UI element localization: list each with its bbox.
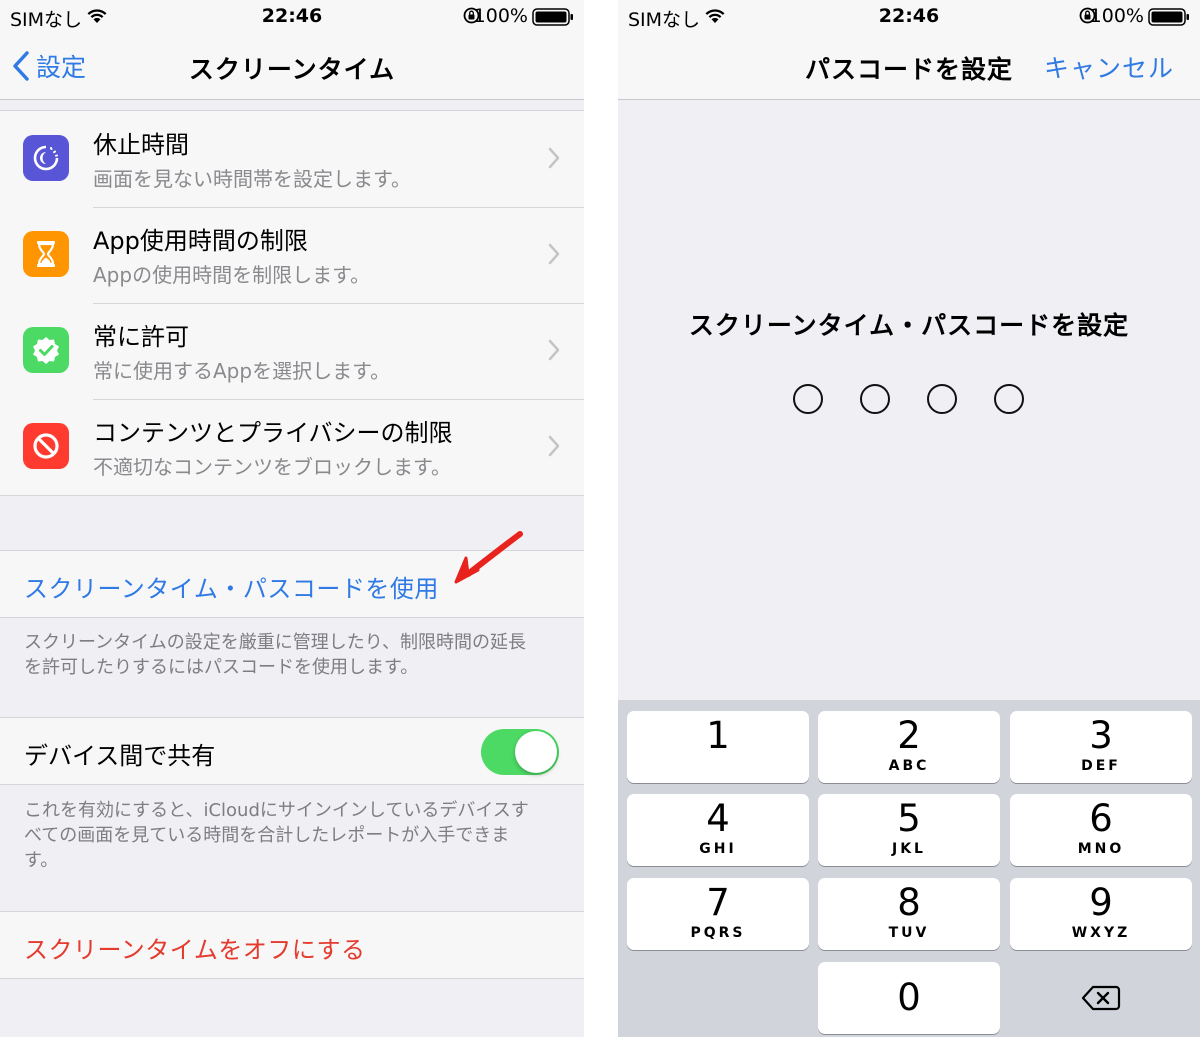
set-passcode-screen: SIMなし 22:46 100% パスコードを設定 キャンセル スクリーンタイム… [618, 0, 1200, 1037]
key-3[interactable]: 3 DEF [1010, 711, 1192, 783]
key-4[interactable]: 4 GHI [627, 794, 809, 866]
battery-icon [1148, 8, 1190, 31]
status-bar: SIMなし 22:46 100% [618, 0, 1200, 34]
toggle-knob [515, 731, 557, 773]
row-title: 常に許可 [93, 323, 189, 351]
hourglass-icon [23, 231, 69, 277]
passcode-dot [793, 384, 823, 414]
row-always-allowed[interactable]: 常に許可 常に使用するAppを選択します。 [0, 303, 584, 399]
row-downtime[interactable]: 休止時間 画面を見ない時間帯を設定します。 [0, 111, 584, 207]
navigation-bar: 設定 スクリーンタイム [0, 34, 584, 100]
key-letters: GHI [699, 841, 737, 857]
key-2[interactable]: 2 ABC [818, 711, 1000, 783]
row-content-privacy[interactable]: コンテンツとプライバシーの制限 不適切なコンテンツをブロックします。 [0, 399, 584, 495]
prohibited-icon [23, 423, 69, 469]
key-8[interactable]: 8 TUV [818, 878, 1000, 950]
key-digit: 0 [897, 976, 921, 1019]
key-7[interactable]: 7 PQRS [627, 878, 809, 950]
key-letters: PQRS [690, 925, 746, 941]
share-across-devices-toggle[interactable] [481, 729, 559, 775]
key-digit: 9 [1089, 881, 1113, 924]
row-title: コンテンツとプライバシーの制限 [93, 419, 453, 447]
key-digit: 8 [897, 881, 921, 924]
footnote-line: べての画面を見ている時間を合計したレポートが入手できま [24, 825, 510, 846]
navigation-bar: パスコードを設定 キャンセル [618, 34, 1200, 100]
key-0[interactable]: 0 [818, 962, 1000, 1034]
footnote-line: す。 [24, 850, 59, 871]
screen-time-settings-screen: SIMなし 22:46 100% 設定 スクリーンタイム 休止時間 画面を見ない… [0, 0, 584, 1037]
key-digit: 7 [706, 881, 730, 924]
footnote-line: スクリーンタイムの設定を厳重に管理したり、制限時間の延長 [24, 632, 527, 653]
passcode-prompt: スクリーンタイム・パスコードを設定 [688, 311, 1130, 340]
key-digit: 6 [1089, 797, 1113, 840]
key-letters: DEF [1081, 758, 1121, 774]
chevron-right-icon [548, 243, 560, 265]
row-subtitle: Appの使用時間を制限します。 [93, 263, 371, 287]
key-5[interactable]: 5 JKL [818, 794, 1000, 866]
turn-off-screen-time-button[interactable]: スクリーンタイムをオフにする [24, 930, 366, 965]
row-title: 休止時間 [93, 131, 189, 159]
passcode-footnote: スクリーンタイムの設定を厳重に管理したり、制限時間の延長 を許可したりするにはパ… [24, 630, 564, 680]
key-digit: 4 [706, 797, 730, 840]
chevron-right-icon [548, 339, 560, 361]
annotation-arrow-icon [454, 531, 523, 584]
key-digit: 5 [897, 797, 921, 840]
footnote-line: を許可したりするにはパスコードを使用します。 [24, 657, 419, 678]
key-letters: ABC [888, 758, 930, 774]
key-digit: 2 [897, 714, 921, 757]
battery-percent: 100% [473, 5, 528, 27]
key-digit: 3 [1089, 714, 1113, 757]
turn-off-cell[interactable]: スクリーンタイムをオフにする [0, 911, 584, 979]
cancel-button[interactable]: キャンセル [1044, 49, 1174, 85]
row-subtitle: 画面を見ない時間帯を設定します。 [93, 167, 411, 191]
key-letters: JKL [892, 841, 926, 857]
backspace-icon [1081, 985, 1121, 1011]
use-passcode-link[interactable]: スクリーンタイム・パスコードを使用 [24, 569, 439, 604]
feature-list: 休止時間 画面を見ない時間帯を設定します。 App使用時間の制限 Appの使用時… [0, 110, 584, 496]
key-6[interactable]: 6 MNO [1010, 794, 1192, 866]
key-digit: 1 [706, 714, 730, 757]
key-9[interactable]: 9 WXYZ [1010, 878, 1192, 950]
battery-percent: 100% [1089, 5, 1144, 27]
numeric-keypad: 1 2 ABC 3 DEF 4 GHI 5 JKL 6 MNO 7 PQRS 8 [618, 700, 1200, 1037]
chevron-right-icon [548, 435, 560, 457]
share-footnote: これを有効にすると、iCloudにサインインしているデバイスす べての画面を見て… [24, 798, 564, 873]
key-1[interactable]: 1 [627, 711, 809, 783]
status-bar: SIMなし 22:46 100% [0, 0, 584, 34]
row-subtitle: 不適切なコンテンツをブロックします。 [93, 455, 451, 479]
key-letters: TUV [888, 925, 930, 941]
delete-button[interactable] [1010, 962, 1192, 1034]
battery-icon [532, 8, 574, 31]
passcode-dot [927, 384, 957, 414]
passcode-dot [860, 384, 890, 414]
share-across-devices-cell: デバイス間で共有 [0, 717, 584, 785]
downtime-icon [23, 135, 69, 181]
row-app-limits[interactable]: App使用時間の制限 Appの使用時間を制限します。 [0, 207, 584, 303]
key-letters: MNO [1077, 841, 1125, 857]
passcode-dot [994, 384, 1024, 414]
chevron-right-icon [548, 147, 560, 169]
checkmark-badge-icon [23, 327, 69, 373]
row-subtitle: 常に使用するAppを選択します。 [93, 359, 391, 383]
row-title: App使用時間の制限 [93, 227, 308, 255]
page-title: スクリーンタイム [188, 55, 396, 84]
share-across-devices-label: デバイス間で共有 [24, 742, 216, 770]
footnote-line: これを有効にすると、iCloudにサインインしているデバイスす [24, 800, 529, 821]
key-letters: WXYZ [1071, 925, 1131, 941]
